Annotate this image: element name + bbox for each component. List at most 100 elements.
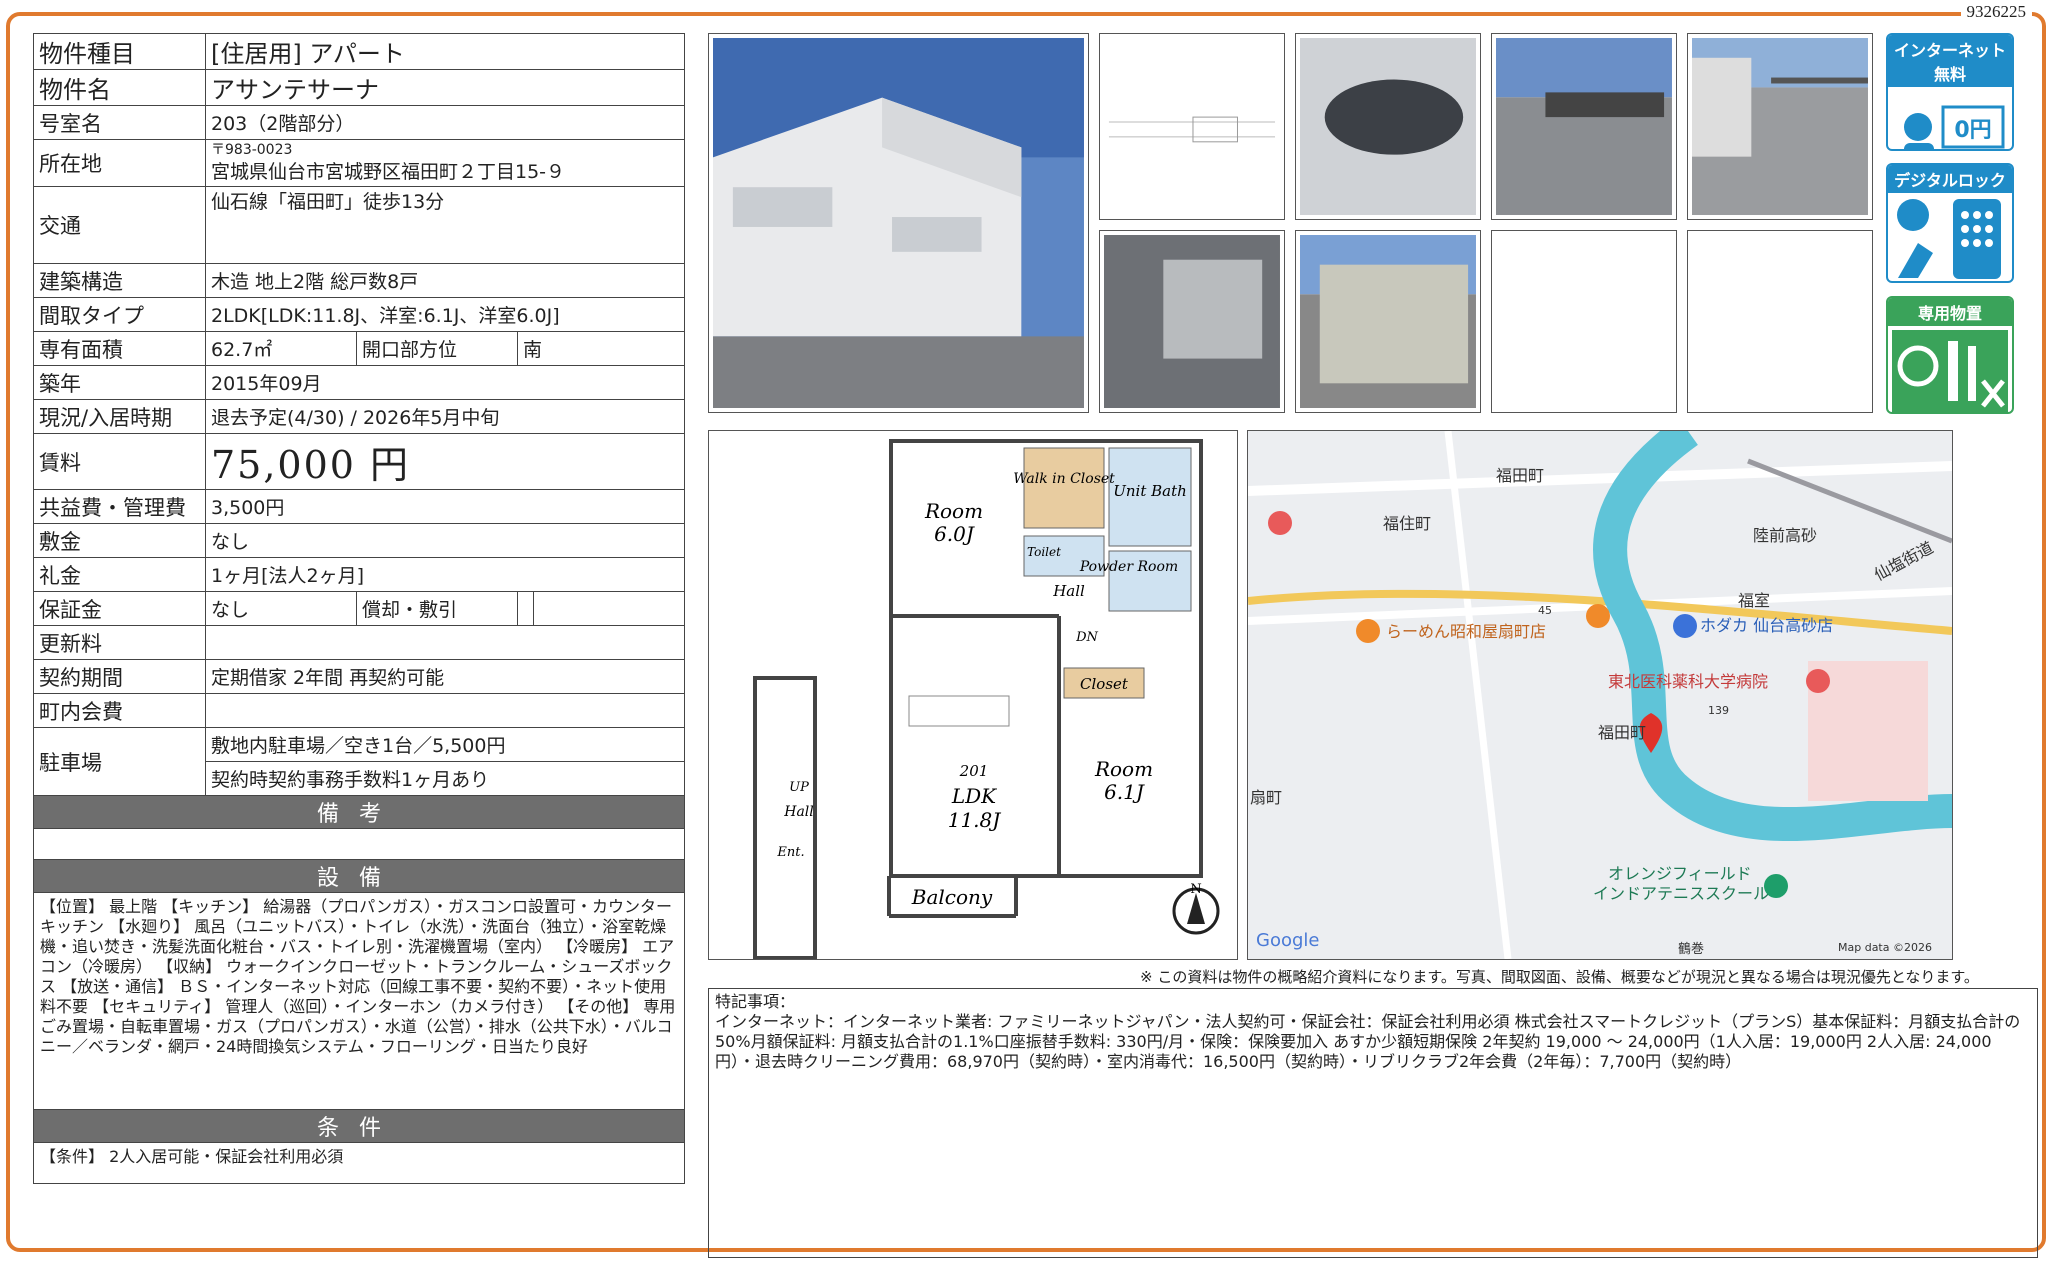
built-value: 2015年09月: [205, 365, 685, 400]
special-remarks: 特記事項： インターネット：インターネット業者: ファミリーネットジャパン・法人…: [708, 988, 2038, 1258]
guarantee-label: 保証金: [33, 591, 206, 626]
map-label-route139: 139: [1708, 704, 1729, 717]
room-label: 号室名: [33, 105, 206, 140]
digital-lock-icon: [1897, 199, 2001, 279]
empty-photo-1: [1491, 230, 1677, 413]
walkin-closet-label: Walk in Closet: [1013, 471, 1115, 487]
parking-note: 契約時契約事務手数料1ヶ月あり: [205, 761, 685, 796]
map-label-ougimachi: 扇町: [1250, 788, 1282, 807]
section-remarks-header: 備考: [33, 795, 685, 829]
built-label: 築年: [33, 365, 206, 400]
contract-value: 定期借家 2年間 再契約可能: [205, 659, 685, 694]
closet-label: Closet: [1080, 675, 1129, 693]
direction-label: 開口部方位: [356, 331, 518, 366]
down-stairs-label: DN: [1075, 630, 1098, 645]
structure-value: 木造 地上2階 総戸数8戸: [205, 263, 685, 298]
amortization-extra: [533, 591, 685, 626]
balcony-label: Balcony: [911, 885, 993, 909]
document-id: 9326225: [1960, 2, 2032, 22]
structure-label: 建築構造: [33, 263, 206, 298]
map-label-orangefield: オレンジフィールド: [1608, 864, 1752, 883]
guarantee-value: なし: [205, 591, 357, 626]
remarks-body: [33, 828, 685, 860]
renewal-label: 更新料: [33, 625, 206, 660]
ldk-label: LDK: [951, 784, 997, 808]
area-value: 62.7㎡: [205, 331, 357, 366]
layout-value: 2LDK[LDK:11.8J、洋室:6.1J、洋室6.0J]: [205, 297, 685, 332]
amortization-label: 償却・敷引: [356, 591, 518, 626]
sign-photo: [1295, 33, 1481, 220]
hospital-marker-icon: [1268, 511, 1292, 535]
map-label-hodaka: ホダカ 仙台高砂店: [1700, 616, 1833, 635]
area-label: 専有面積: [33, 331, 206, 366]
bicycle-parking-photo: [1687, 33, 1873, 220]
address-value: 宮城県仙台市宮城野区福田町２丁目15-９: [211, 160, 566, 183]
town-fee-label: 町内会費: [33, 693, 206, 728]
restaurant-marker-icon: [1356, 619, 1380, 643]
garbage-box-image: [1104, 235, 1280, 409]
map-label-tennis: インドアテニススクール: [1593, 884, 1769, 903]
section-conditions-header: 条件: [33, 1109, 685, 1143]
map-label-ramen: らーめん昭和屋扇町店: [1386, 622, 1546, 641]
internet-price: 0円: [1954, 118, 1991, 143]
location-map: 福田町 福住町 陸前高砂 仙塩街道 福室 45 らーめん昭和屋扇町店 ホダカ 仙…: [1247, 430, 1953, 960]
map-label-fukudamachi-station: 福田町: [1496, 466, 1544, 485]
room1-size: 6.0J: [934, 522, 975, 546]
name-value: アサンテサーナ: [205, 69, 685, 106]
storage-label: 専用物置: [1888, 298, 2012, 326]
internet-free-badge: インターネット無料 0円: [1886, 33, 2014, 151]
room1-label: Room: [924, 499, 983, 523]
internet-free-icon: 0円: [1904, 105, 2005, 149]
conditions-text: 【条件】 2人入居可能・保証会社利用必須: [33, 1142, 685, 1184]
site-plan-thumb: [1099, 33, 1285, 220]
internet-free-label: インターネット無料: [1888, 35, 2012, 87]
room2-label: Room: [1094, 757, 1153, 781]
digital-lock-label: デジタルロック: [1888, 165, 2012, 193]
transport-value: 仙石線「福田町」徒歩13分: [205, 186, 685, 264]
powder-room-label: Powder Room: [1079, 559, 1178, 575]
map-label-route45: 45: [1538, 604, 1552, 617]
renewal-value: [205, 625, 685, 660]
type-label: 物件種目: [33, 33, 206, 70]
parking-photo-1: [1491, 33, 1677, 220]
fee-value: 3,500円: [205, 489, 685, 524]
status-value: 退去予定(4/30) / 2026年5月中旬: [205, 399, 685, 434]
rent-value: 75,000 円: [205, 433, 685, 490]
building-image: [713, 38, 1084, 408]
google-logo: Google: [1256, 930, 1319, 951]
map-label-hospital: 東北医科薬科大学病院: [1608, 672, 1768, 691]
storage-icon: [1892, 330, 2008, 412]
key-money-value: 1ヶ月[法人2ヶ月]: [205, 557, 685, 592]
map-label-fukumuro: 福室: [1738, 591, 1770, 610]
garbage-area-photo: [1099, 230, 1285, 413]
north-label: N: [1190, 882, 1201, 897]
unit-bath-label: Unit Bath: [1113, 482, 1187, 500]
parking-label: 駐車場: [33, 727, 206, 796]
section-equipment-header: 設備: [33, 859, 685, 893]
digital-lock-badge: デジタルロック: [1886, 163, 2014, 283]
map-label-fukuzumi: 福住町: [1383, 514, 1431, 533]
bicycle-shed-image: [1692, 38, 1868, 215]
restaurant-marker-2-icon: [1586, 604, 1610, 628]
ldk-size: 11.8J: [948, 808, 1002, 832]
hall2-label: Hall: [783, 804, 814, 820]
unit-number: 201: [959, 762, 989, 780]
hospital-marker-2-icon: [1806, 669, 1830, 693]
parking-lot-image: [1496, 38, 1672, 215]
layout-label: 間取タイプ: [33, 297, 206, 332]
room2-size: 6.1J: [1104, 780, 1145, 804]
deposit-value: なし: [205, 523, 685, 558]
site-plan-image: [1104, 38, 1280, 215]
map-label-fukudamachi: 福田町: [1598, 723, 1646, 742]
disclaimer-note: ※ この資料は物件の概略紹介資料になります。写真、間取図面、設備、概要などが現況…: [1140, 968, 1979, 986]
map-label-tsurumaki: 鶴巻: [1678, 941, 1704, 957]
entrance-label: Ent.: [776, 845, 804, 860]
floor-plan-drawing: Room 6.0J Walk in Closet Unit Bath Toile…: [753, 439, 1220, 960]
map-label-rikuzen-takasago: 陸前高砂: [1753, 526, 1817, 545]
zip-code: 〒983-0023: [211, 141, 293, 158]
storage-badge: 専用物置: [1886, 296, 2014, 414]
shop-marker-icon: [1673, 614, 1697, 638]
address-label: 所在地: [33, 139, 206, 187]
hall-label: Hall: [1052, 582, 1085, 600]
type-value: [住居用] アパート: [205, 33, 685, 70]
